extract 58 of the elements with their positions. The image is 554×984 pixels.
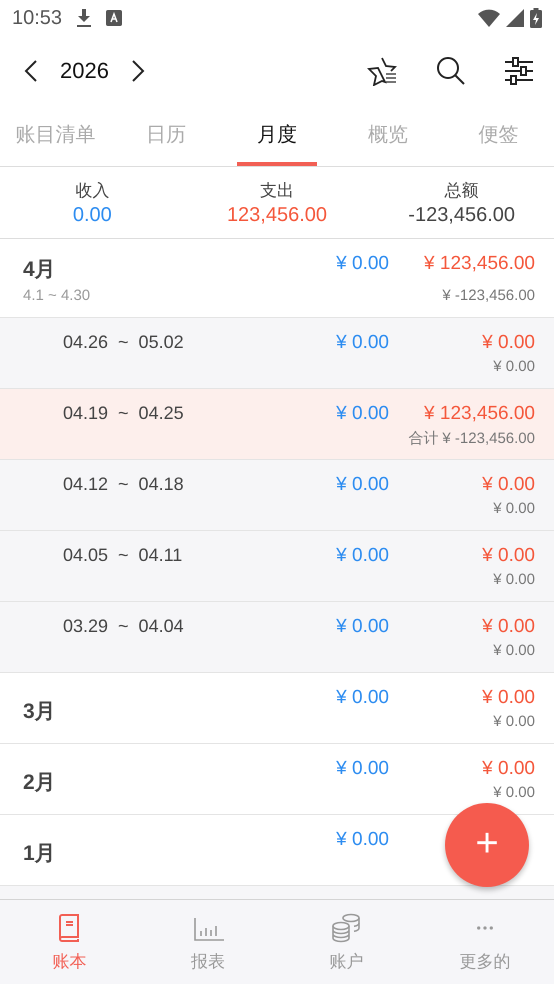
year-label: 2026 — [60, 58, 109, 84]
week-row[interactable]: 04.05 ~ 04.11 ¥ 0.00 ¥ 0.00 ¥ 0.00 — [0, 531, 554, 602]
total-amount: ¥ 0.00 — [492, 358, 535, 375]
period-label: 04.19 ~ 04.25 — [63, 403, 185, 425]
expense-amount: ¥ 0.00 — [481, 687, 535, 709]
income-amount: ¥ 0.00 — [336, 332, 389, 354]
income-amount: ¥ 0.00 — [336, 616, 389, 638]
income-amount: ¥ 0.00 — [336, 474, 389, 496]
date-range: 4.1 ~ 4.30 — [23, 287, 92, 304]
income-amount: ¥ 0.00 — [336, 829, 389, 851]
chevron-left-icon — [24, 59, 38, 83]
total-amount: ¥ 0.00 — [492, 500, 535, 517]
coins-icon — [330, 912, 362, 944]
battery-icon — [530, 8, 542, 28]
keyboard-a-icon — [106, 10, 122, 26]
expense-amount: ¥ 0.00 — [481, 474, 535, 496]
expense-amount: ¥ 0.00 — [481, 616, 535, 638]
period-label: 4月 — [23, 257, 57, 283]
status-time: 10:53 — [12, 6, 62, 30]
expense-amount: ¥ 0.00 — [481, 545, 535, 567]
period-label: 3月 — [23, 699, 57, 725]
week-row[interactable]: 04.12 ~ 04.18 ¥ 0.00 ¥ 0.00 ¥ 0.00 — [0, 460, 554, 531]
chevron-right-icon — [130, 59, 145, 83]
total-amount: ¥ 0.00 — [492, 713, 535, 730]
signal-icon — [506, 9, 524, 27]
summary-label: 总额 — [444, 180, 479, 202]
summary-label: 支出 — [260, 180, 294, 202]
expense-amount: ¥ 123,456.00 — [423, 403, 535, 425]
period-label: 2月 — [23, 770, 57, 796]
total-amount: 合计 ¥ -123,456.00 — [407, 429, 535, 448]
period-label: 04.05 ~ 04.11 — [63, 545, 184, 567]
summary-value: 123,456.00 — [226, 204, 328, 226]
download-icon — [76, 9, 92, 27]
summary-label: 收入 — [75, 180, 110, 202]
summary-value: -123,456.00 — [408, 204, 516, 226]
total-amount: ¥ 0.00 — [492, 784, 535, 801]
period-label: 03.29 ~ 04.04 — [63, 616, 185, 638]
period-label: 1月 — [23, 841, 57, 867]
income-amount: ¥ 0.00 — [336, 403, 389, 425]
total-amount: ¥ 0.00 — [492, 642, 535, 659]
income-amount: ¥ 0.00 — [336, 253, 389, 276]
expense-amount: ¥ 0.00 — [481, 332, 535, 354]
expense-amount: ¥ 123,456.00 — [423, 253, 535, 276]
wifi-icon — [478, 9, 500, 27]
income-amount: ¥ 0.00 — [336, 758, 389, 780]
period-label: 04.12 ~ 04.18 — [63, 474, 185, 496]
total-amount: ¥ 0.00 — [492, 571, 535, 588]
week-row[interactable]: 04.19 ~ 04.25 ¥ 0.00 ¥ 123,456.00 合计 ¥ -123,456.00 — [0, 389, 554, 460]
income-amount: ¥ 0.00 — [336, 545, 389, 567]
total-amount: ¥ -123,456.00 — [441, 287, 535, 304]
income-amount: ¥ 0.00 — [336, 687, 389, 709]
expense-amount: ¥ 0.00 — [481, 758, 535, 780]
summary-value: 0.00 — [72, 204, 112, 226]
tab[interactable]: 月度 — [236, 106, 318, 166]
more-icon — [476, 924, 494, 930]
period-label: 04.26 ~ 05.02 — [63, 332, 185, 354]
week-row[interactable]: 03.29 ~ 04.04 ¥ 0.00 ¥ 0.00 ¥ 0.00 — [0, 602, 554, 673]
week-row[interactable]: 04.26 ~ 05.02 ¥ 0.00 ¥ 0.00 ¥ 0.00 — [0, 318, 554, 389]
